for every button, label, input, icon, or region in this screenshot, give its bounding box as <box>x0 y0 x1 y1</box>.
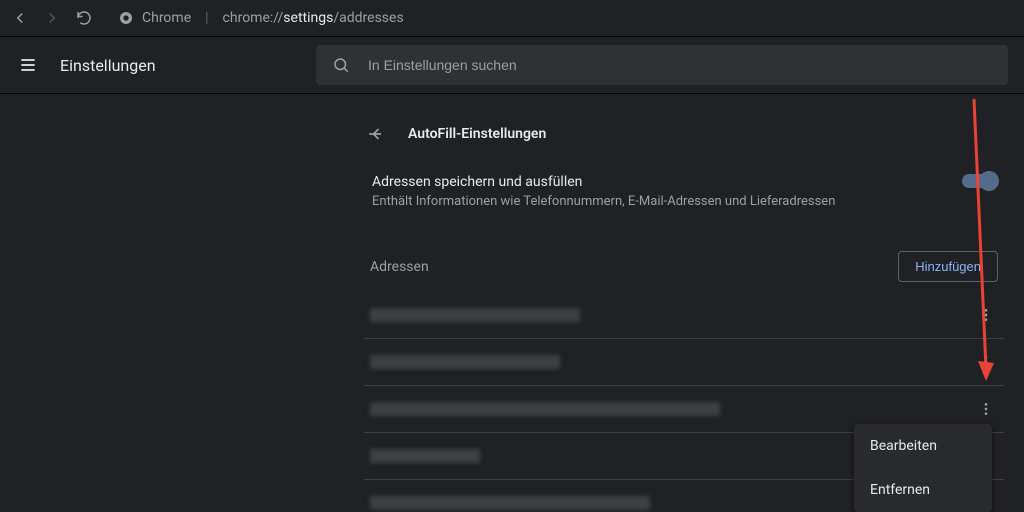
addresses-heading: Adressen <box>370 259 429 275</box>
address-more-icon[interactable] <box>974 397 998 421</box>
omnibox-separator: | <box>205 10 208 26</box>
search-input[interactable] <box>366 56 992 74</box>
chrome-icon <box>118 10 134 26</box>
menu-edit[interactable]: Bearbeiten <box>854 424 992 468</box>
section-title: AutoFill-Einstellungen <box>408 126 546 142</box>
settings-header: Einstellungen <box>0 37 1024 94</box>
setting-desc: Enthält Informationen wie Telefonnummern… <box>372 194 835 209</box>
section-back-icon[interactable] <box>364 122 388 146</box>
app-title: Einstellungen <box>60 56 156 75</box>
add-address-button[interactable]: Hinzufügen <box>898 251 998 282</box>
address-row[interactable] <box>364 292 1004 338</box>
omnibox-label: Chrome <box>142 10 191 26</box>
menu-icon[interactable] <box>16 53 40 77</box>
menu-remove[interactable]: Entfernen <box>854 468 992 512</box>
address-text-redacted <box>370 355 560 369</box>
forward-icon[interactable] <box>38 4 66 32</box>
back-icon[interactable] <box>6 4 34 32</box>
address-text-redacted <box>370 402 720 416</box>
settings-search[interactable] <box>316 45 1008 85</box>
address-row[interactable] <box>364 338 1004 385</box>
address-more-icon[interactable] <box>974 303 998 327</box>
address-text-redacted <box>370 449 480 463</box>
address-more-icon[interactable] <box>974 350 998 374</box>
search-icon <box>332 56 350 74</box>
browser-toolbar: Chrome | chrome://settings/addresses <box>0 0 1024 37</box>
address-text-redacted <box>370 308 580 322</box>
save-addresses-toggle[interactable] <box>962 174 996 188</box>
setting-title: Adressen speichern und ausfüllen <box>372 174 835 190</box>
address-text-redacted <box>370 496 650 510</box>
omnibox-url: chrome://settings/addresses <box>223 10 404 26</box>
address-bar[interactable]: Chrome | chrome://settings/addresses <box>108 4 1018 32</box>
left-nav <box>0 94 234 512</box>
address-context-menu: Bearbeiten Entfernen <box>854 424 992 512</box>
settings-panel: AutoFill-Einstellungen Adressen speicher… <box>364 114 1004 512</box>
reload-icon[interactable] <box>70 4 98 32</box>
save-addresses-row: Adressen speichern und ausfüllen Enthält… <box>364 154 1004 217</box>
